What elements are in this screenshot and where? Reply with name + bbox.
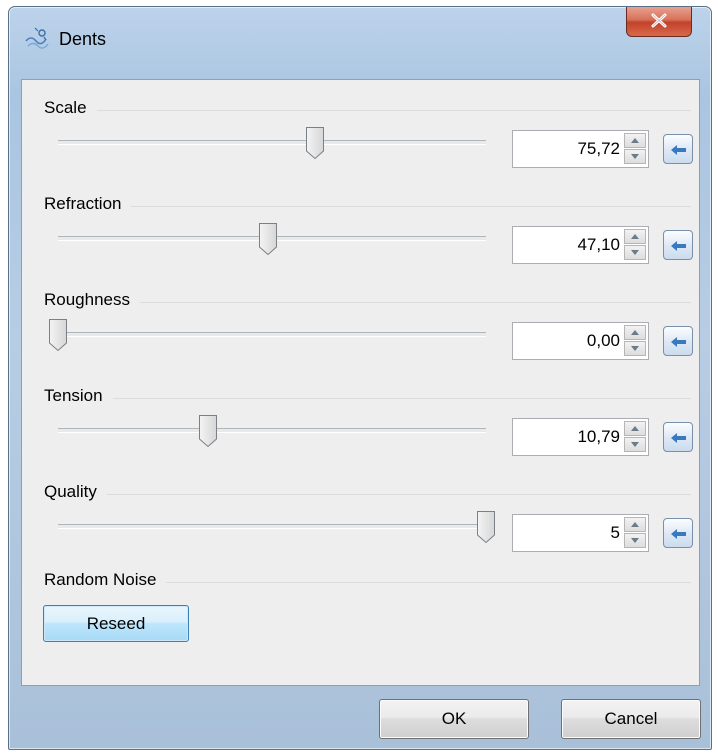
refraction-spinner[interactable] — [624, 229, 646, 261]
refraction-label: Refraction — [44, 194, 132, 214]
reseed-button[interactable]: Reseed — [43, 605, 189, 642]
title-bar[interactable]: Dents — [9, 7, 711, 79]
tension-value-input[interactable]: 10,79 — [512, 418, 649, 456]
window-title: Dents — [59, 29, 107, 49]
scale-slider-thumb[interactable] — [305, 126, 325, 160]
tension-slider[interactable] — [58, 414, 486, 448]
refraction-section: Refraction 47,10 — [22, 184, 699, 280]
scale-value-input[interactable]: 75,72 — [512, 130, 649, 168]
close-icon — [651, 13, 667, 28]
close-button[interactable] — [626, 7, 692, 37]
refraction-reset-button[interactable] — [663, 230, 693, 260]
scale-label: Scale — [44, 98, 97, 118]
quality-section: Quality 5 — [22, 472, 699, 568]
spin-down-icon[interactable] — [624, 437, 646, 452]
scale-slider-track[interactable] — [58, 140, 486, 145]
tension-value[interactable]: 10,79 — [577, 427, 620, 447]
roughness-value[interactable]: 0,00 — [587, 331, 620, 351]
dialog-body: Scale 75,72 Refraction 47,10 Roughness 0,00 Te… — [21, 79, 700, 686]
scale-spinner[interactable] — [624, 133, 646, 165]
roughness-divider — [44, 302, 691, 303]
ok-button[interactable]: OK — [379, 699, 529, 739]
quality-slider[interactable] — [58, 510, 495, 544]
scale-reset-button[interactable] — [663, 134, 693, 164]
roughness-reset-button[interactable] — [663, 326, 693, 356]
tension-section: Tension 10,79 — [22, 376, 699, 472]
quality-spinner[interactable] — [624, 517, 646, 549]
tension-label: Tension — [44, 386, 113, 406]
quality-slider-thumb[interactable] — [476, 510, 496, 544]
scale-divider — [44, 110, 691, 111]
roughness-slider[interactable] — [49, 318, 486, 352]
spin-down-icon[interactable] — [624, 149, 646, 164]
quality-value[interactable]: 5 — [611, 523, 620, 543]
refraction-slider-thumb[interactable] — [258, 222, 278, 256]
dents-effect-icon — [24, 27, 50, 51]
quality-label: Quality — [44, 482, 107, 502]
roughness-label: Roughness — [44, 290, 141, 310]
spin-down-icon[interactable] — [624, 245, 646, 260]
quality-slider-track[interactable] — [58, 524, 486, 529]
spin-up-icon[interactable] — [624, 325, 646, 340]
dents-dialog: Dents Scale 75,72 Refraction 47,10 Roughness… — [8, 6, 712, 750]
spin-up-icon[interactable] — [624, 517, 646, 532]
tension-slider-track[interactable] — [58, 428, 486, 433]
tension-divider — [44, 398, 691, 399]
refraction-divider — [44, 206, 691, 207]
roughness-section: Roughness 0,00 — [22, 280, 699, 376]
scale-section: Scale 75,72 — [22, 88, 699, 184]
random-noise-label: Random Noise — [44, 570, 167, 590]
quality-divider — [44, 494, 691, 495]
roughness-slider-thumb[interactable] — [48, 318, 68, 352]
quality-value-input[interactable]: 5 — [512, 514, 649, 552]
spin-down-icon[interactable] — [624, 341, 646, 356]
roughness-value-input[interactable]: 0,00 — [512, 322, 649, 360]
tension-reset-button[interactable] — [663, 422, 693, 452]
cancel-button[interactable]: Cancel — [561, 699, 701, 739]
tension-spinner[interactable] — [624, 421, 646, 453]
roughness-spinner[interactable] — [624, 325, 646, 357]
refraction-value[interactable]: 47,10 — [577, 235, 620, 255]
roughness-slider-track[interactable] — [58, 332, 486, 337]
refraction-value-input[interactable]: 47,10 — [512, 226, 649, 264]
scale-slider[interactable] — [58, 126, 486, 160]
spin-up-icon[interactable] — [624, 421, 646, 436]
refraction-slider[interactable] — [58, 222, 486, 256]
spin-up-icon[interactable] — [624, 229, 646, 244]
spin-down-icon[interactable] — [624, 533, 646, 548]
spin-up-icon[interactable] — [624, 133, 646, 148]
scale-value[interactable]: 75,72 — [577, 139, 620, 159]
quality-reset-button[interactable] — [663, 518, 693, 548]
tension-slider-thumb[interactable] — [198, 414, 218, 448]
